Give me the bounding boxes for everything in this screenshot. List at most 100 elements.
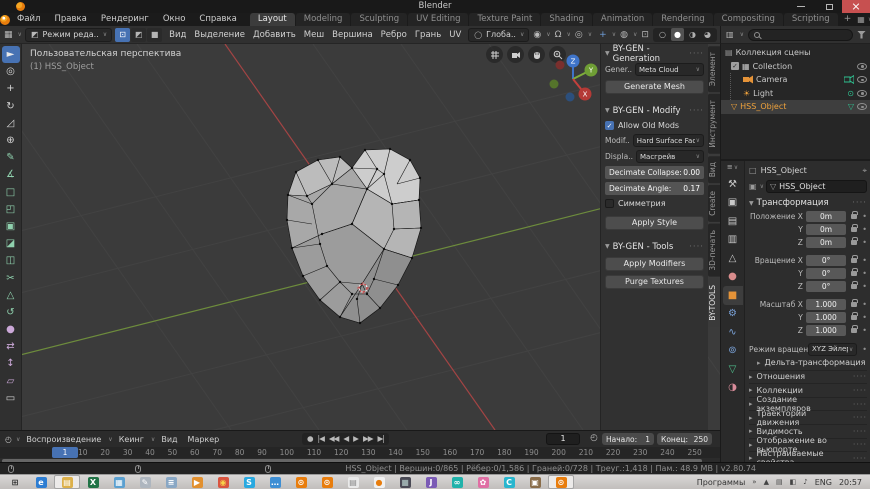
workspace-tab[interactable]: Layout xyxy=(249,13,295,26)
value-field[interactable]: 0m xyxy=(805,224,847,235)
editor-type-icon[interactable]: ▦ xyxy=(3,30,14,40)
value-field[interactable]: 0° xyxy=(805,268,847,279)
rotation-mode-dropdown[interactable]: XYZ Эйлер xyxy=(808,342,858,356)
hide-icon[interactable] xyxy=(857,103,867,111)
tool-loop-cut[interactable]: ◫ xyxy=(2,252,20,269)
tab-view-layer[interactable]: ▥ xyxy=(723,231,743,250)
language-indicator[interactable]: ENG xyxy=(815,478,832,487)
xray-toggle-icon[interactable]: ⊡ xyxy=(640,30,650,40)
tab-world[interactable]: ● xyxy=(723,268,743,287)
apply-modifiers-button[interactable]: Apply Modifiers xyxy=(605,257,704,271)
displace-texture-dropdown[interactable]: Масгрейв xyxy=(635,150,704,163)
workspace-tab[interactable]: Texture Paint xyxy=(469,13,541,26)
lock-icon[interactable] xyxy=(851,211,858,219)
workspace-tab[interactable]: Sculpting xyxy=(351,13,408,26)
panel-header[interactable]: BY-GEN - Tools xyxy=(605,240,704,253)
menu-item[interactable]: Файл xyxy=(10,14,47,24)
sidebar-tab[interactable]: Инструмент xyxy=(708,94,720,154)
shading-solid[interactable]: ● xyxy=(670,28,684,41)
lock-icon[interactable] xyxy=(851,325,858,333)
tab-constraints[interactable]: ∿ xyxy=(723,323,743,342)
timeline-editor-icon[interactable]: ◴ xyxy=(4,435,13,444)
camera-view-button[interactable] xyxy=(507,46,524,63)
paint-icon[interactable]: ✎ xyxy=(132,475,158,489)
photo-app-icon[interactable]: ▦ xyxy=(106,475,132,489)
menu-item[interactable]: Правка xyxy=(47,14,93,24)
property-section[interactable]: Настраиваемые свойства xyxy=(749,449,867,462)
lock-icon[interactable] xyxy=(851,255,858,263)
network-icon[interactable]: ◧ xyxy=(790,478,797,486)
shading-material[interactable]: ◑ xyxy=(686,28,699,41)
notepad-icon[interactable]: ≡ xyxy=(158,475,184,489)
object-browse-icon[interactable]: ▣ xyxy=(749,182,757,191)
tab-scene[interactable]: △ xyxy=(723,249,743,268)
tool-smooth[interactable]: ● xyxy=(2,321,20,338)
java-app-icon[interactable]: J xyxy=(418,475,444,489)
tab-tool[interactable]: ⚒ xyxy=(723,175,743,194)
tool-rip-region[interactable]: ▭ xyxy=(2,390,20,407)
animate-dot-icon[interactable]: • xyxy=(862,212,867,221)
allow-old-mods-checkbox[interactable]: ✓ Allow Old Mods xyxy=(605,121,704,130)
messenger-icon[interactable]: … xyxy=(262,475,288,489)
scene-icon[interactable]: ▦ xyxy=(857,15,865,24)
viewport-menu-item[interactable]: Ребро xyxy=(377,30,411,40)
maximize-button[interactable] xyxy=(816,0,842,13)
outliner-root-row[interactable]: ▤ Коллекция сцены xyxy=(721,46,870,60)
workspace-tab[interactable]: Scripting xyxy=(783,13,838,26)
programs-label[interactable]: Программы xyxy=(697,478,746,487)
animate-dot-icon[interactable]: • xyxy=(862,313,867,322)
current-frame-field[interactable]: 1 xyxy=(546,433,580,445)
viewport-menu-item[interactable]: Меш xyxy=(300,30,328,40)
generator-dropdown[interactable]: Meta Cloud xyxy=(634,63,704,76)
outliner-light-row[interactable]: ☀ Light ⊙ xyxy=(721,86,870,101)
viewport-menu-item[interactable]: Грань xyxy=(411,30,445,40)
animate-dot-icon[interactable]: • xyxy=(862,269,867,278)
value-field[interactable]: 1.000 xyxy=(805,312,847,323)
transform-panel-header[interactable]: Трансформация xyxy=(749,196,867,210)
skype-icon[interactable]: S xyxy=(236,475,262,489)
generate-mesh-button[interactable]: Generate Mesh xyxy=(605,80,704,94)
sidebar-tab[interactable]: 3D-печать xyxy=(708,224,720,277)
tool-shrink-fatten[interactable]: ↕ xyxy=(2,355,20,372)
keyboard-layout-icon[interactable]: ▤ xyxy=(776,478,783,486)
proportional-edit-icon[interactable]: ◎ xyxy=(574,30,584,40)
property-section[interactable]: Траектории движения xyxy=(749,409,867,427)
tool-transform[interactable]: ⊕ xyxy=(2,132,20,149)
orientation-dropdown[interactable]: ◯ Глоба.. xyxy=(468,27,530,42)
internet-explorer-icon[interactable]: e xyxy=(28,475,54,489)
start-frame-field[interactable]: Начало: 1 xyxy=(602,433,654,445)
lock-icon[interactable] xyxy=(851,312,858,320)
marker-menu[interactable]: Маркер xyxy=(184,435,224,444)
outliner-camera-row[interactable]: Camera xyxy=(721,73,870,87)
tool-cursor[interactable]: ◎ xyxy=(2,63,20,80)
teal-app-icon[interactable]: ∞ xyxy=(444,475,470,489)
workspace-tab[interactable]: Modeling xyxy=(295,13,351,26)
tool-annotate[interactable]: ✎ xyxy=(2,149,20,166)
sidebar-tab[interactable]: Элемент xyxy=(708,46,720,93)
property-section[interactable]: Отношения xyxy=(749,369,867,384)
tool-spin[interactable]: ↺ xyxy=(2,304,20,321)
sidebar-tab[interactable]: Вид xyxy=(708,155,720,184)
flower-app-icon[interactable]: ✿ xyxy=(470,475,496,489)
lock-icon[interactable] xyxy=(851,299,858,307)
lock-icon[interactable] xyxy=(851,281,858,289)
tool-rotate[interactable]: ↻ xyxy=(2,98,20,115)
tool-inset-faces[interactable]: ▣ xyxy=(2,218,20,235)
title-bar[interactable]: Blender xyxy=(0,0,870,13)
blender-menu-button[interactable] xyxy=(0,14,10,25)
end-frame-field[interactable]: Конец: 250 xyxy=(657,433,712,445)
tool-edge-slide[interactable]: ⇄ xyxy=(2,338,20,355)
tool-bevel[interactable]: ◪ xyxy=(2,235,20,252)
outliner-display-mode-icon[interactable]: ▥ xyxy=(725,30,735,39)
tool-knife[interactable]: ✂ xyxy=(2,269,20,286)
chrome-icon[interactable]: ◉ xyxy=(210,475,236,489)
hide-icon[interactable] xyxy=(857,76,867,84)
animate-dot-icon[interactable]: • xyxy=(862,225,867,234)
value-field[interactable]: 1.000 xyxy=(805,325,847,336)
animate-dot-icon[interactable]: • xyxy=(862,345,867,354)
jump-to-start-button[interactable]: |◀ xyxy=(316,434,326,444)
outliner-collection-row[interactable]: ✓ ▦ Collection xyxy=(721,60,870,74)
pivot-point-icon[interactable]: ◉ xyxy=(532,30,542,40)
tool-scale[interactable]: ◿ xyxy=(2,115,20,132)
start-button[interactable]: ⊞ xyxy=(2,475,28,489)
